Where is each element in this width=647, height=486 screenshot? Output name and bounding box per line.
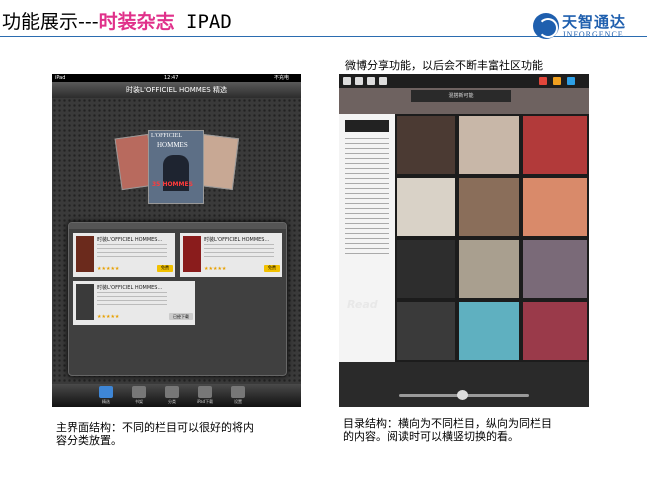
weibo-share-caption: 微博分享功能，以后会不断丰富社区功能 bbox=[345, 59, 543, 72]
home-icon[interactable] bbox=[343, 77, 351, 85]
catalog-tile[interactable] bbox=[397, 302, 455, 360]
reader-bottom-bar bbox=[339, 362, 589, 407]
cover-brand-sub: HOMMES bbox=[157, 141, 188, 149]
list-item[interactable]: 时装L'OFFICIEL HOMMES... ★★★★★ 免费 bbox=[180, 233, 282, 277]
catalog-tile[interactable] bbox=[523, 116, 587, 174]
catalog-icon[interactable] bbox=[355, 77, 363, 85]
page-slider-handle[interactable] bbox=[457, 390, 468, 400]
right-caption-line-1: 目录结构：横向为不同栏目，纵向为同栏目 bbox=[343, 417, 552, 430]
catalog-tile[interactable] bbox=[459, 178, 519, 236]
left-caption: 主界面结构：不同的栏目可以很好的将内 容分类放置。 bbox=[56, 421, 254, 447]
catalog-tile[interactable] bbox=[523, 302, 587, 360]
status-time: 12:47 bbox=[164, 75, 179, 81]
list-item[interactable]: 时装L'OFFICIEL HOMMES... ★★★★★ 免费 bbox=[73, 233, 175, 277]
catalog-tile[interactable] bbox=[459, 240, 519, 298]
right-caption: 目录结构：横向为不同栏目，纵向为同栏目 的内容。阅读时可以横竖切换的看。 bbox=[343, 417, 552, 443]
reader-toolbar bbox=[339, 74, 589, 88]
tab-featured-icon[interactable] bbox=[99, 386, 113, 398]
title-prefix: 功能展示--- bbox=[2, 11, 99, 33]
column-text-page[interactable] bbox=[339, 114, 395, 362]
catalog-tile[interactable] bbox=[397, 240, 455, 298]
tab-featured-label: 精选 bbox=[102, 399, 110, 404]
status-carrier: iPad bbox=[55, 75, 66, 81]
magazine-list-panel: 时装L'OFFICIEL HOMMES... ★★★★★ 免费 时装L'OFFI… bbox=[68, 222, 287, 376]
slide-title: 功能展示---时装杂志 IPAD bbox=[2, 10, 232, 34]
magazine-thumbnail bbox=[183, 236, 201, 272]
tab-category-icon[interactable] bbox=[165, 386, 179, 398]
magazine-thumbnail bbox=[76, 236, 94, 272]
list-item[interactable]: 时装L'OFFICIEL HOMMES... ★★★★★ 已经下载 bbox=[73, 281, 195, 325]
catalog-tile[interactable] bbox=[397, 116, 455, 174]
weibo-icon[interactable] bbox=[539, 77, 547, 85]
item-description bbox=[97, 292, 167, 306]
section-header: 混搭新可能 bbox=[411, 90, 511, 102]
downloaded-button[interactable]: 已经下载 bbox=[169, 313, 193, 320]
item-title: 时装L'OFFICIEL HOMMES... bbox=[97, 237, 163, 243]
cover-featured[interactable]: L'OFFICIEL HOMMES 35 HOMMES bbox=[148, 130, 204, 204]
panel-header bbox=[69, 223, 286, 229]
left-caption-line-2: 容分类放置。 bbox=[56, 434, 122, 447]
status-bar: iPad 12:47 不充电 bbox=[52, 74, 301, 82]
read-brand-overlay: Read bbox=[347, 298, 378, 311]
tab-settings-label: 设置 bbox=[234, 399, 242, 404]
tab-category-label: 分类 bbox=[168, 399, 176, 404]
catalog-tile[interactable] bbox=[459, 116, 519, 174]
page-text bbox=[345, 138, 389, 258]
right-caption-line-2: 的内容。阅读时可以横竖切换的看。 bbox=[343, 430, 519, 443]
item-rating: ★★★★★ bbox=[97, 266, 120, 272]
cover-feature: 35 HOMMES bbox=[152, 181, 193, 188]
tab-settings-icon[interactable] bbox=[231, 386, 245, 398]
tab-bar: 精选 书架 分类 iPad下载 设置 bbox=[52, 384, 301, 407]
free-button[interactable]: 免费 bbox=[264, 265, 280, 272]
item-description bbox=[97, 244, 167, 258]
catalog-tile[interactable] bbox=[523, 178, 587, 236]
favorite-icon[interactable] bbox=[553, 77, 561, 85]
tab-bookshelf-label: 书架 bbox=[135, 399, 143, 404]
title-highlight: 时装杂志 bbox=[98, 11, 175, 33]
tab-download-icon[interactable] bbox=[198, 386, 212, 398]
title-suffix: IPAD bbox=[174, 11, 232, 33]
page-masthead bbox=[345, 120, 389, 132]
logo-icon bbox=[533, 13, 559, 39]
catalog-tile[interactable] bbox=[397, 178, 455, 236]
status-battery: 不充电 bbox=[274, 75, 290, 81]
item-rating: ★★★★★ bbox=[204, 266, 227, 272]
catalog-tile[interactable] bbox=[459, 302, 519, 360]
left-caption-line-1: 主界面结构：不同的栏目可以很好的将内 bbox=[56, 421, 254, 434]
tab-bookshelf-icon[interactable] bbox=[132, 386, 146, 398]
settings-icon[interactable] bbox=[567, 77, 575, 85]
cover-brand: L'OFFICIEL bbox=[151, 133, 183, 139]
free-button[interactable]: 免费 bbox=[157, 265, 173, 272]
catalog-grid bbox=[395, 114, 589, 362]
item-description bbox=[204, 244, 274, 258]
ipad-catalog-screen: 混搭新可能 Read bbox=[339, 74, 589, 407]
tab-download-label: iPad下载 bbox=[196, 399, 214, 404]
item-rating: ★★★★★ bbox=[97, 314, 120, 320]
item-title: 时装L'OFFICIEL HOMMES... bbox=[204, 237, 270, 243]
bookmark-icon[interactable] bbox=[367, 77, 375, 85]
ipad-main-screen: iPad 12:47 不充电 时装L'OFFICIEL HOMMES 精选 L'… bbox=[52, 74, 301, 407]
logo-name-cn: 天智通达 bbox=[562, 13, 627, 31]
magazine-thumbnail bbox=[76, 284, 94, 320]
share-icon[interactable] bbox=[379, 77, 387, 85]
logo-name-en: INFORGENCE bbox=[563, 30, 624, 39]
nav-title: 时装L'OFFICIEL HOMMES 精选 bbox=[52, 82, 301, 98]
item-title: 时装L'OFFICIEL HOMMES... bbox=[97, 285, 163, 291]
catalog-tile[interactable] bbox=[523, 240, 587, 298]
